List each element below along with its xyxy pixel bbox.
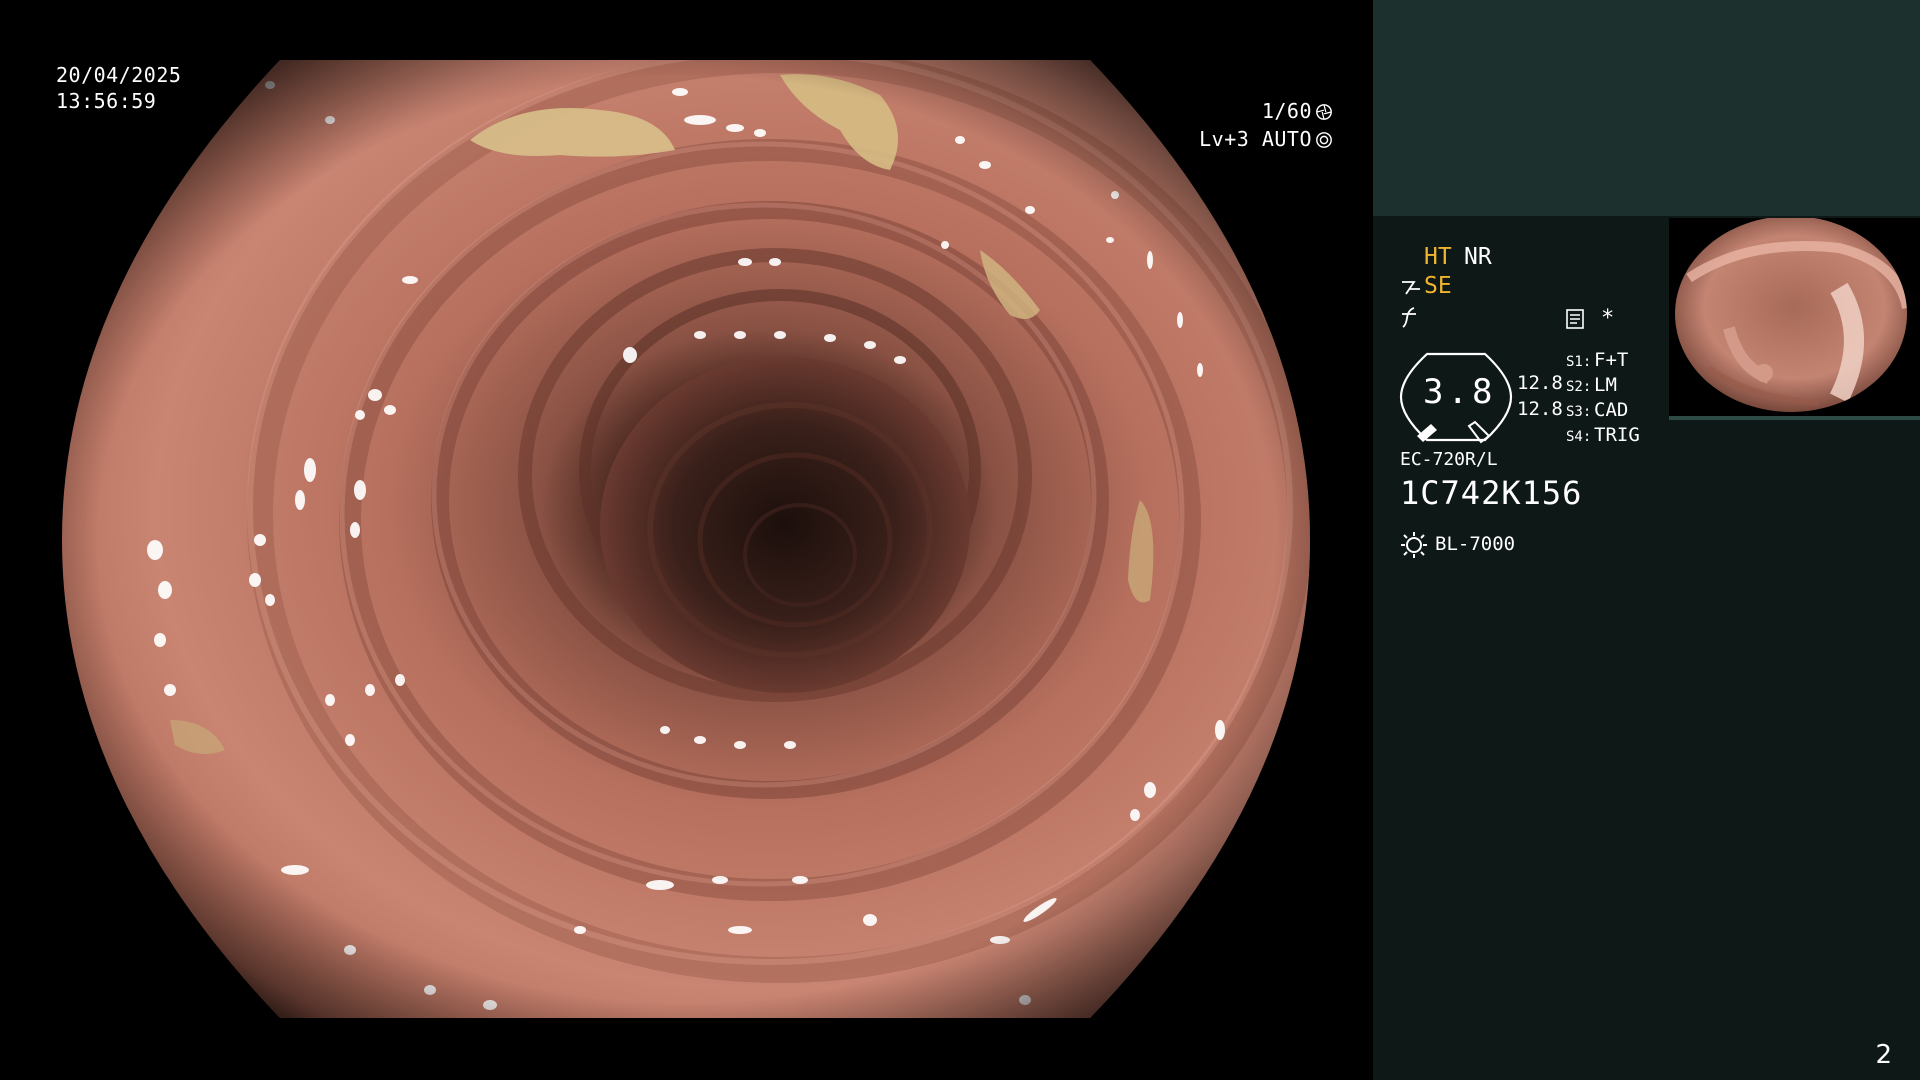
switch-3-key: S3: <box>1566 404 1592 420</box>
endoscopic-image <box>62 60 1310 1018</box>
exam-time: 13:56:59 <box>56 89 157 113</box>
gauge-reading-1: 12.8 <box>1517 372 1563 394</box>
thumbnail-bar <box>1669 416 1920 420</box>
page-number: 2 <box>1875 1040 1892 1070</box>
exam-date: 20/04/2025 <box>56 63 182 87</box>
shutter-speed: 1/60 <box>1262 98 1333 124</box>
scope-serial: 1C742K156 <box>1400 474 1583 512</box>
light-source-icon <box>1401 532 1427 558</box>
ht-indicator: HT <box>1424 244 1452 270</box>
aperture-icon <box>1316 104 1332 120</box>
exposure-level-value: Lv+3 AUTO <box>1199 127 1312 151</box>
gauge-reading-2: 12.8 <box>1517 398 1563 420</box>
switch-2-key: S2: <box>1566 379 1592 395</box>
switch-1-value: F+T <box>1594 349 1629 371</box>
status-panel: HT NR SE * 3.8 12.8 12.8 S1: F+T S2: LM … <box>1373 0 1920 1080</box>
se-indicator: SE <box>1424 273 1452 299</box>
structure-enhance-icon <box>1402 281 1420 295</box>
light-source-model: BL-7000 <box>1435 533 1516 555</box>
panel-header-band <box>1373 0 1920 216</box>
endoscope-view: 20/04/2025 13:56:59 1/60 Lv+3 AUTO <box>0 0 1373 1080</box>
shutter-speed-value: 1/60 <box>1261 99 1312 123</box>
switch-4-value: TRIG <box>1594 424 1640 446</box>
switch-3-value: CAD <box>1594 399 1629 421</box>
filter-icon <box>1402 307 1416 328</box>
auto-exposure-icon <box>1316 132 1332 148</box>
switch-1-key: S1: <box>1566 354 1592 370</box>
nr-indicator: NR <box>1464 244 1492 270</box>
memo-icon <box>1566 309 1584 329</box>
scope-model: EC-720R/L <box>1400 449 1498 470</box>
gauge-value: 3.8 <box>1423 372 1497 412</box>
asterisk-indicator: * <box>1601 306 1615 331</box>
switch-4-key: S4: <box>1566 429 1592 445</box>
exposure-level: Lv+3 AUTO <box>1199 126 1333 152</box>
switch-2-value: LM <box>1594 374 1617 396</box>
capture-thumbnail[interactable] <box>1669 218 1920 416</box>
